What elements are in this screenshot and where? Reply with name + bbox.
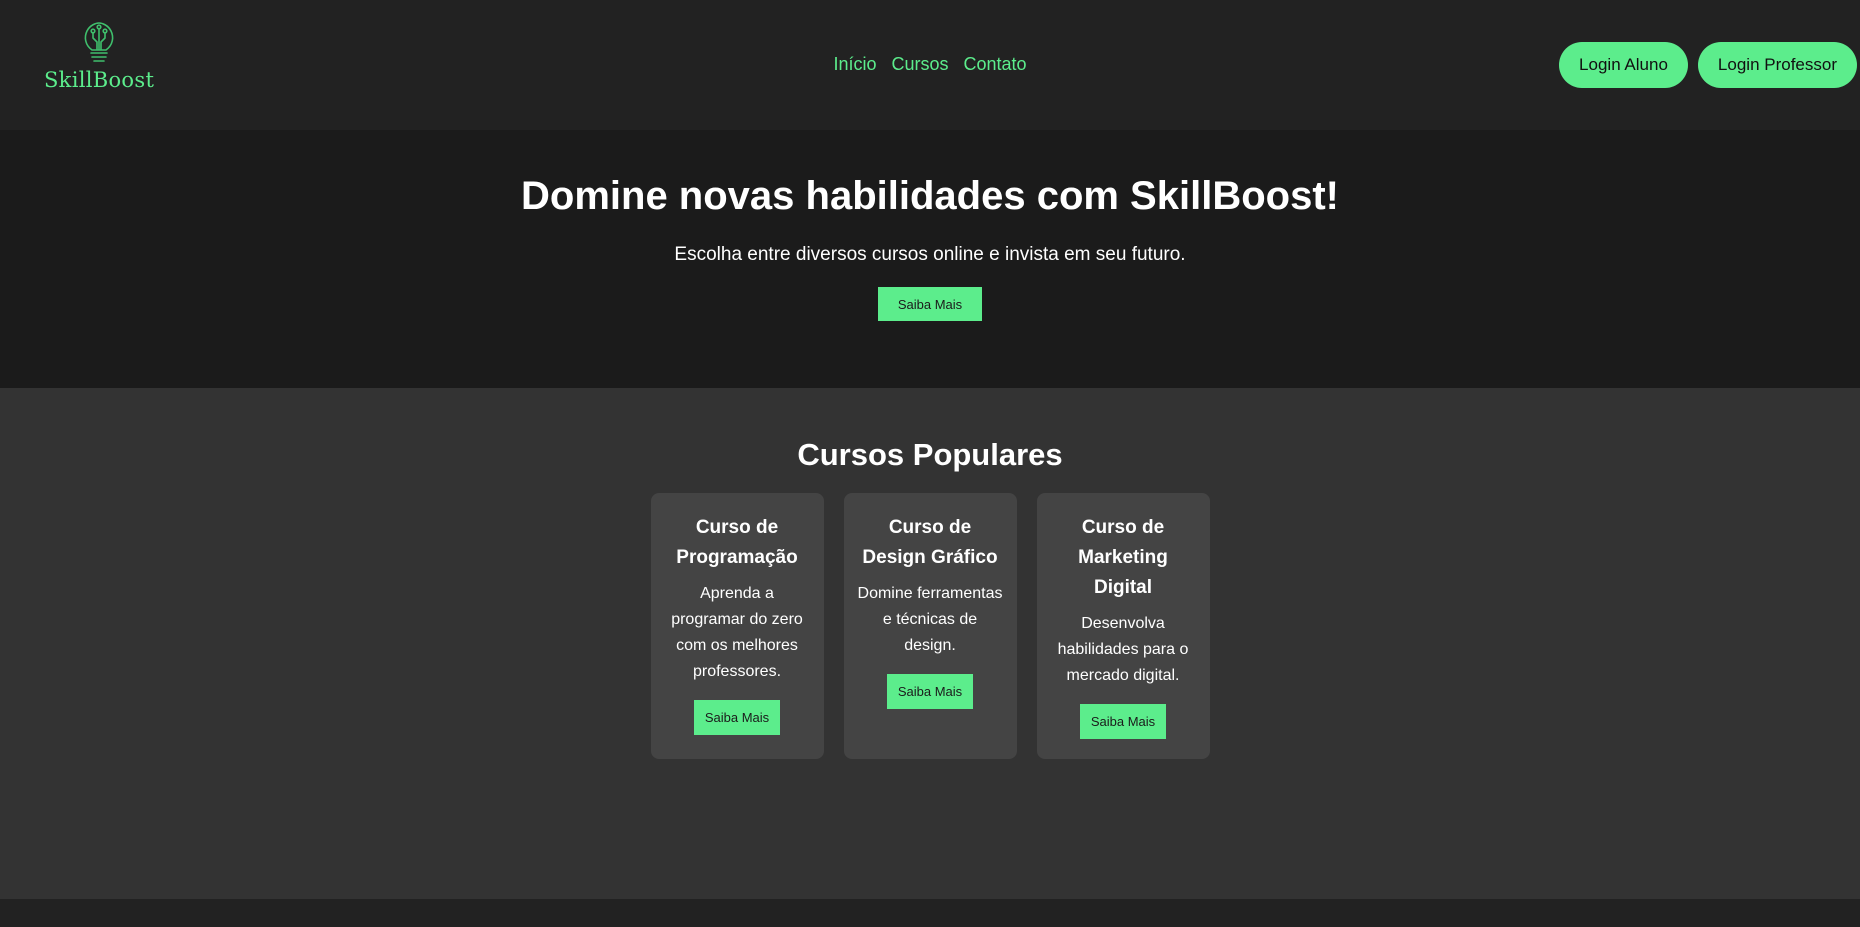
course-saiba-mais-button[interactable]: Saiba Mais <box>694 700 780 735</box>
course-card-marketing-digital: Curso de Marketing Digital Desenvolva ha… <box>1036 493 1210 759</box>
site-footer <box>0 899 1860 927</box>
site-header: SkillBoost Início Cursos Contato Login A… <box>0 0 1860 130</box>
nav-item-cursos[interactable]: Cursos <box>891 54 948 74</box>
courses-title: Cursos Populares <box>797 437 1063 472</box>
nav-item-inicio[interactable]: Início <box>833 54 876 74</box>
course-saiba-mais-button[interactable]: Saiba Mais <box>1080 704 1166 739</box>
course-title: Curso de Design Gráfico <box>862 517 998 568</box>
course-card-design-grafico: Curso de Design Gráfico Domine ferrament… <box>843 493 1017 759</box>
course-saiba-mais-button[interactable]: Saiba Mais <box>887 674 973 709</box>
hero-subtitle: Escolha entre diversos cursos online e i… <box>674 244 1186 265</box>
hero-section: Domine novas habilidades com SkillBoost!… <box>0 130 1860 388</box>
login-professor-button[interactable]: Login Professor <box>1697 42 1857 88</box>
course-description: Desenvolva habilidades para o mercado di… <box>1057 615 1189 684</box>
hero-title: Domine novas habilidades com SkillBoost! <box>521 174 1339 218</box>
course-description: Domine ferramentas e técnicas de design. <box>857 585 1003 654</box>
course-card-programacao: Curso de Programação Aprenda a programar… <box>650 493 824 759</box>
auth-buttons: Login Aluno Login Professor <box>1559 42 1857 88</box>
courses-section: Cursos Populares Curso de Programação Ap… <box>0 388 1860 899</box>
hero-saiba-mais-button[interactable]: Saiba Mais <box>878 287 982 321</box>
login-aluno-button[interactable]: Login Aluno <box>1559 42 1688 88</box>
course-description: Aprenda a programar do zero com os melho… <box>671 585 803 680</box>
course-title: Curso de Programação <box>676 517 798 568</box>
course-cards: Curso de Programação Aprenda a programar… <box>0 493 1860 759</box>
course-title: Curso de Marketing Digital <box>1078 517 1168 598</box>
nav-item-contato[interactable]: Contato <box>964 54 1027 74</box>
